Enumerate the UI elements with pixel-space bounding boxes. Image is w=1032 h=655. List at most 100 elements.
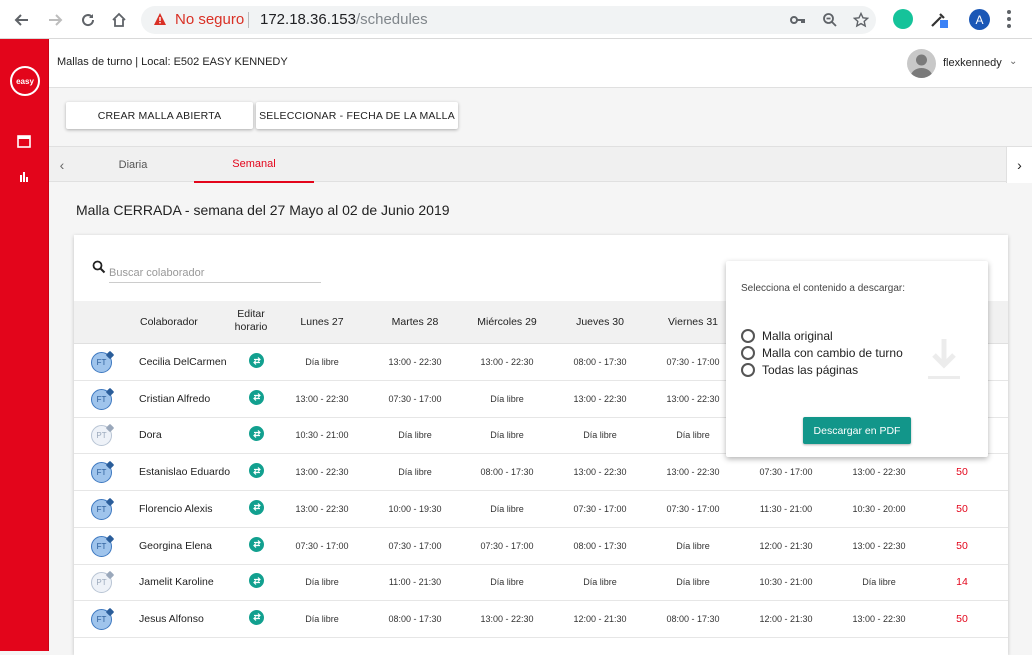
- forward-icon[interactable]: [43, 8, 67, 32]
- shift-cell[interactable]: 08:00 - 17:30: [560, 344, 640, 380]
- shift-cell[interactable]: 10:30 - 20:00: [839, 491, 919, 527]
- swap-schedule-icon[interactable]: [249, 573, 264, 589]
- shift-cell[interactable]: 13:00 - 22:30: [282, 381, 362, 417]
- shift-cell[interactable]: Día libre: [375, 417, 455, 453]
- back-icon[interactable]: [10, 8, 34, 32]
- collaborator-name: Cristian Alfredo: [139, 392, 211, 405]
- badge-label: FT: [96, 394, 107, 404]
- swap-schedule-icon[interactable]: [249, 609, 264, 625]
- shift-cell[interactable]: 08:00 - 17:30: [467, 454, 547, 490]
- search-input[interactable]: [109, 263, 321, 283]
- shift-cell[interactable]: 10:30 - 21:00: [746, 564, 826, 600]
- option-cambio-turno[interactable]: Malla con cambio de turno: [741, 345, 903, 360]
- badge-label: FT: [96, 468, 107, 478]
- header-colaborador[interactable]: Colaborador: [140, 316, 198, 328]
- user-avatar[interactable]: [907, 49, 936, 78]
- shift-cell[interactable]: 08:00 - 17:30: [375, 601, 455, 637]
- shift-cell[interactable]: 07:30 - 17:00: [467, 528, 547, 564]
- shift-cell[interactable]: 13:00 - 22:30: [467, 344, 547, 380]
- header-day-1: Lunes 27: [300, 316, 344, 328]
- option-todas-paginas[interactable]: Todas las páginas: [741, 362, 858, 377]
- shift-cell[interactable]: 13:00 - 22:30: [560, 381, 640, 417]
- shift-cell[interactable]: Día libre: [653, 528, 733, 564]
- select-date-button[interactable]: SELECCIONAR - FECHA DE LA MALLA: [256, 102, 458, 129]
- calendar-icon[interactable]: [16, 134, 32, 148]
- tab-semanal[interactable]: Semanal: [194, 147, 314, 183]
- swap-schedule-icon[interactable]: [249, 499, 264, 515]
- shift-cell[interactable]: 13:00 - 22:30: [653, 381, 733, 417]
- shift-cell[interactable]: Día libre: [282, 601, 362, 637]
- reload-icon[interactable]: [76, 8, 100, 32]
- profile-avatar[interactable]: A: [969, 9, 990, 30]
- shift-cell[interactable]: 13:00 - 22:30: [839, 528, 919, 564]
- shift-cell[interactable]: Día libre: [282, 344, 362, 380]
- username[interactable]: flexkennedy: [943, 57, 1002, 69]
- shift-cell[interactable]: 12:00 - 21:30: [746, 601, 826, 637]
- shift-cell[interactable]: Día libre: [560, 564, 640, 600]
- badge-marker: [105, 424, 115, 433]
- chevron-down-icon[interactable]: ⌄: [1009, 56, 1017, 67]
- swap-schedule-icon[interactable]: [249, 426, 264, 442]
- shift-cell[interactable]: Día libre: [282, 564, 362, 600]
- home-icon[interactable]: [107, 8, 131, 32]
- radio-icon[interactable]: [741, 362, 755, 377]
- shift-cell[interactable]: 12:00 - 21:30: [560, 601, 640, 637]
- shift-cell[interactable]: Día libre: [560, 417, 640, 453]
- create-open-schedule-button[interactable]: CREAR MALLA ABIERTA: [66, 102, 253, 129]
- shift-cell[interactable]: Día libre: [467, 417, 547, 453]
- collaborator-name: Dora: [139, 429, 162, 442]
- swap-schedule-icon[interactable]: [249, 536, 264, 552]
- shift-cell[interactable]: 13:00 - 22:30: [653, 454, 733, 490]
- shift-cell[interactable]: 07:30 - 17:00: [375, 381, 455, 417]
- shift-cell[interactable]: Día libre: [467, 491, 547, 527]
- shift-cell[interactable]: Día libre: [653, 564, 733, 600]
- shift-cell[interactable]: 08:00 - 17:30: [560, 528, 640, 564]
- tab-diaria[interactable]: Diaria: [73, 147, 193, 183]
- shift-cell[interactable]: 07:30 - 17:00: [560, 491, 640, 527]
- table-row: FT Estanislao Eduardo 13:00 - 22:30 Día lib…: [74, 454, 1008, 492]
- shift-cell[interactable]: 11:00 - 21:30: [375, 564, 455, 600]
- shift-cell[interactable]: Día libre: [467, 381, 547, 417]
- shift-cell[interactable]: 10:00 - 19:30: [375, 491, 455, 527]
- star-icon[interactable]: [852, 11, 870, 29]
- eyedropper-icon[interactable]: [929, 9, 949, 29]
- download-pdf-button[interactable]: Descargar en PDF: [803, 417, 911, 444]
- shift-cell[interactable]: 12:00 - 21:30: [746, 528, 826, 564]
- radio-icon[interactable]: [741, 328, 755, 343]
- shift-cell[interactable]: 13:00 - 22:30: [560, 454, 640, 490]
- shift-cell[interactable]: 13:00 - 22:30: [839, 454, 919, 490]
- shift-cell[interactable]: 13:00 - 22:30: [282, 491, 362, 527]
- shift-cell[interactable]: 13:00 - 22:30: [282, 454, 362, 490]
- radio-icon[interactable]: [741, 345, 755, 360]
- shift-cell[interactable]: 07:30 - 17:00: [653, 491, 733, 527]
- swap-schedule-icon[interactable]: [249, 463, 264, 479]
- address-bar[interactable]: No seguro 172.18.36.153/schedules: [141, 6, 876, 34]
- swap-schedule-icon[interactable]: [249, 353, 264, 368]
- shift-cell[interactable]: Día libre: [839, 564, 919, 600]
- total-hours: 14: [956, 576, 968, 589]
- option-malla-original[interactable]: Malla original: [741, 328, 833, 343]
- shift-cell[interactable]: 10:30 - 21:00: [282, 417, 362, 453]
- shift-cell[interactable]: Día libre: [467, 564, 547, 600]
- tabs-next-icon[interactable]: ›: [1006, 147, 1032, 183]
- shift-cell[interactable]: 07:30 - 17:00: [282, 528, 362, 564]
- shift-cell[interactable]: 07:30 - 17:00: [746, 454, 826, 490]
- shift-cell[interactable]: 07:30 - 17:00: [653, 344, 733, 380]
- shift-cell[interactable]: 13:00 - 22:30: [375, 344, 455, 380]
- chart-icon[interactable]: [16, 169, 32, 183]
- shift-cell[interactable]: 08:00 - 17:30: [653, 601, 733, 637]
- tabs-prev-icon[interactable]: ‹: [49, 147, 75, 183]
- easy-logo[interactable]: easy: [10, 66, 40, 96]
- shift-cell[interactable]: Día libre: [653, 417, 733, 453]
- swap-schedule-icon[interactable]: [249, 389, 264, 405]
- browser-menu-icon[interactable]: [1006, 10, 1012, 28]
- shift-cell[interactable]: Día libre: [375, 454, 455, 490]
- header-editar-line1: Editar: [237, 308, 265, 320]
- grammarly-icon[interactable]: [893, 9, 913, 29]
- shift-cell[interactable]: 13:00 - 22:30: [839, 601, 919, 637]
- shift-cell[interactable]: 11:30 - 21:00: [746, 491, 826, 527]
- key-icon[interactable]: [789, 11, 807, 29]
- zoom-icon[interactable]: [821, 11, 839, 29]
- shift-cell[interactable]: 07:30 - 17:00: [375, 528, 455, 564]
- shift-cell[interactable]: 13:00 - 22:30: [467, 601, 547, 637]
